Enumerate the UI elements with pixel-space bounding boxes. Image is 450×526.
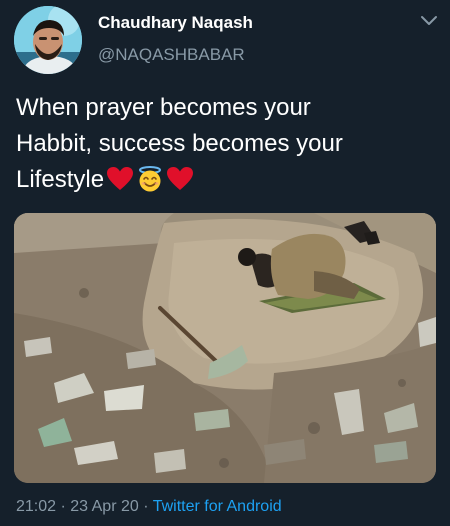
avatar-photo (14, 6, 82, 74)
red-heart-icon (107, 167, 134, 190)
tweet-text: When prayer becomes your Habbit, success… (16, 90, 436, 198)
tweet-media-photo[interactable] (14, 213, 436, 483)
smiling-face-with-halo-icon (139, 166, 162, 192)
tweet-timestamp[interactable]: 21:02 · 23 Apr 20 (16, 498, 139, 515)
tweet-source-link[interactable]: Twitter for Android (153, 498, 282, 515)
meta-separator: · (138, 498, 153, 515)
chevron-down-icon[interactable] (420, 14, 438, 28)
user-handle[interactable]: @NAQASHBABAR (98, 45, 245, 65)
tweet-meta: 21:02 · 23 Apr 20 · Twitter for Android (16, 498, 282, 516)
prayer-photo (14, 213, 436, 483)
display-name[interactable]: Chaudhary Naqash (98, 13, 253, 33)
tweet-text-line: Lifestyle (16, 166, 105, 193)
avatar[interactable] (14, 6, 82, 74)
tweet-card: Chaudhary Naqash @NAQASHBABAR When praye… (0, 0, 450, 526)
tweet-text-line-last: Lifestyle (16, 162, 436, 198)
red-heart-icon (167, 167, 194, 190)
tweet-text-line: Habbit, success becomes your (16, 130, 343, 157)
tweet-text-line: When prayer becomes your (16, 94, 311, 121)
